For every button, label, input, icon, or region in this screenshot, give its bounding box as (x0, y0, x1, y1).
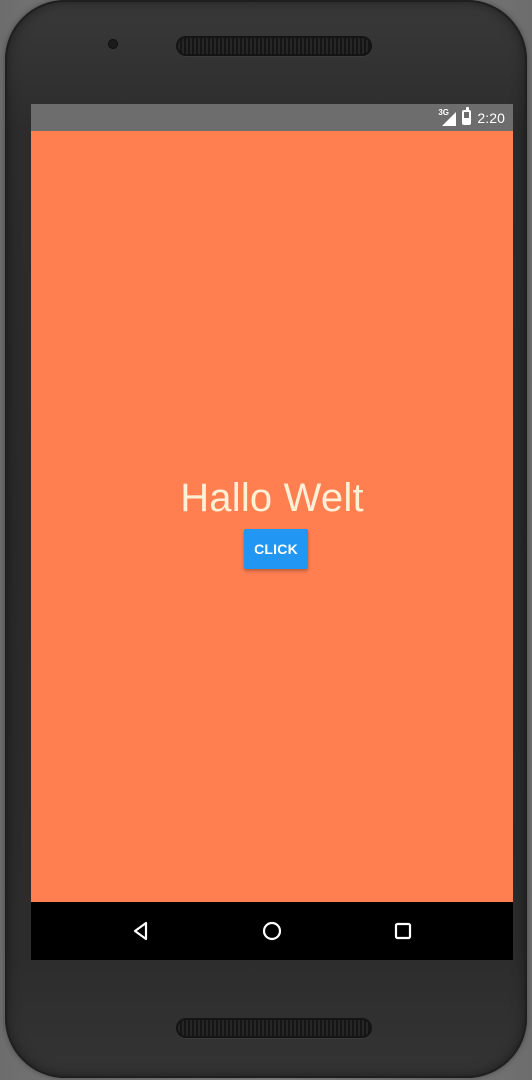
bottom-speaker-grille (176, 1018, 372, 1038)
phone-frame: 3G 2:20 Hallo Welt CLICK (5, 0, 527, 1078)
emulator-page: 3G 2:20 Hallo Welt CLICK (0, 0, 532, 1080)
top-speaker-grille (176, 36, 372, 56)
recents-icon (394, 922, 412, 940)
app-content: Hallo Welt CLICK (31, 131, 513, 902)
home-button[interactable] (222, 902, 322, 960)
front-camera-icon (108, 39, 118, 49)
back-icon (133, 921, 148, 941)
navigation-bar (31, 902, 513, 960)
battery-icon (462, 107, 472, 125)
status-bar: 3G 2:20 (31, 104, 513, 131)
home-icon (262, 921, 282, 941)
signal-icon (442, 111, 457, 126)
device-screen: 3G 2:20 Hallo Welt CLICK (31, 104, 513, 960)
status-time: 2:20 (477, 109, 505, 126)
status-icons: 3G 2:20 (438, 104, 505, 131)
network-signal: 3G (438, 108, 457, 126)
recents-button[interactable] (353, 902, 453, 960)
click-button[interactable]: CLICK (244, 529, 308, 569)
hello-world-text: Hallo Welt (180, 476, 364, 520)
back-button[interactable] (91, 902, 191, 960)
